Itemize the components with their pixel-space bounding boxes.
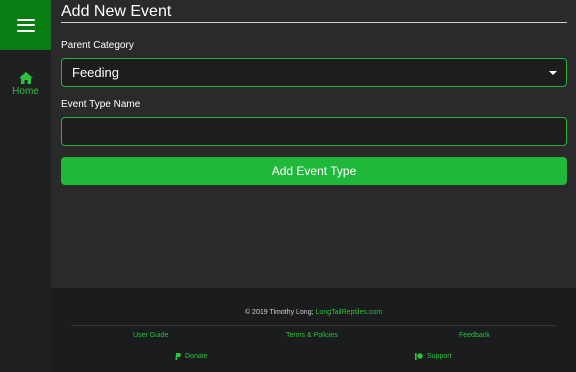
event-type-name-field [61, 117, 567, 146]
patreon-icon [415, 353, 423, 360]
copyright: © 2019 Timothy Long; LongTailReptiles.co… [51, 309, 576, 316]
footer: © 2019 Timothy Long; LongTailReptiles.co… [51, 288, 576, 372]
menu-toggle-button[interactable] [0, 0, 51, 50]
home-icon [18, 72, 33, 84]
paypal-icon [175, 353, 181, 360]
terms-policies-link[interactable]: Terms & Policies [286, 332, 338, 339]
footer-divider [71, 325, 556, 326]
hamburger-icon[interactable] [16, 18, 35, 32]
donate-label: Donate [185, 353, 208, 360]
sidebar-item-home[interactable]: Home [0, 72, 51, 97]
sidebar: Home [0, 0, 51, 372]
support-label: Support [427, 353, 452, 360]
event-type-name-input[interactable] [62, 118, 566, 145]
add-event-type-button[interactable]: Add Event Type [61, 157, 567, 185]
feedback-link[interactable]: Feedback [459, 332, 490, 339]
site-link[interactable]: LongTailReptiles.com [316, 309, 383, 316]
copyright-text: © 2019 Timothy Long; [244, 309, 314, 316]
chevron-down-icon [549, 71, 557, 75]
parent-category-label: Parent Category [61, 40, 134, 51]
sidebar-item-label: Home [12, 86, 39, 97]
support-link[interactable]: Support [415, 353, 452, 360]
event-type-name-label: Event Type Name [61, 99, 141, 110]
main-content: Add New Event Parent Category Feeding Ev… [51, 0, 576, 288]
page-title: Add New Event [61, 3, 172, 20]
parent-category-value: Feeding [72, 65, 119, 80]
user-guide-link[interactable]: User Guide [133, 332, 168, 339]
title-divider [61, 22, 567, 23]
parent-category-select[interactable]: Feeding [61, 58, 567, 87]
donate-link[interactable]: Donate [175, 353, 208, 360]
